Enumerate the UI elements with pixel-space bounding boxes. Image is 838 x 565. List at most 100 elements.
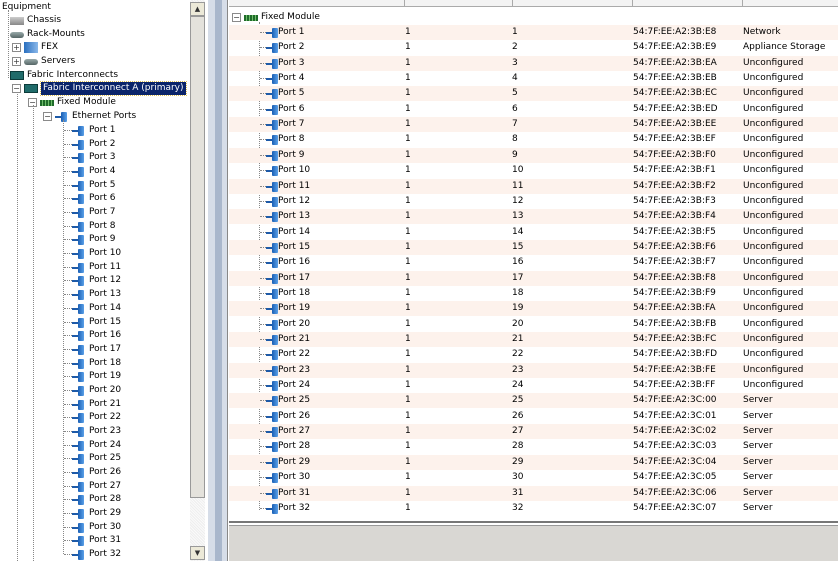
- table-row[interactable]: Port 10 1 10 54:7F:EE:A2:3B:F1 Unconfigured: [229, 163, 838, 178]
- tree-item-port[interactable]: Port 16: [64, 329, 121, 342]
- if-role: Network: [743, 27, 781, 37]
- table-row[interactable]: Port 28 1 28 54:7F:EE:A2:3C:03 Server: [229, 439, 838, 454]
- tree-item-fixed-module[interactable]: − Fixed Module: [28, 96, 116, 109]
- tree-item-port[interactable]: Port 6: [64, 192, 115, 205]
- table-row[interactable]: Port 19 1 19 54:7F:EE:A2:3B:FA Unconfigured: [229, 301, 838, 317]
- tree-item-chassis[interactable]: Chassis: [10, 14, 61, 27]
- table-row[interactable]: Port 17 1 17 54:7F:EE:A2:3B:F8 Unconfigured: [229, 270, 838, 286]
- tree-item-servers[interactable]: + Servers: [12, 55, 75, 68]
- table-row[interactable]: Port 8 1 8 54:7F:EE:A2:3B:EF Unconfigured: [229, 132, 838, 147]
- tree-item-port[interactable]: Port 19: [64, 370, 121, 383]
- tree-item-port[interactable]: Port 28: [64, 493, 121, 506]
- tree-item-port[interactable]: Port 7: [64, 206, 115, 219]
- table-row[interactable]: Port 16 1 16 54:7F:EE:A2:3B:F7 Unconfigured: [229, 255, 838, 270]
- table-row[interactable]: Port 3 1 3 54:7F:EE:A2:3B:EA Unconfigured: [229, 55, 838, 71]
- column-divider[interactable]: [404, 0, 405, 7]
- tree-item-port[interactable]: Port 15: [64, 316, 121, 329]
- column-divider[interactable]: [512, 0, 513, 7]
- splitter[interactable]: [205, 0, 229, 565]
- table-row[interactable]: Port 30 1 30 54:7F:EE:A2:3C:05 Server: [229, 470, 838, 485]
- tree-item-port[interactable]: Port 13: [64, 288, 121, 301]
- tree-label: Port 16: [89, 330, 122, 341]
- tree-item-port[interactable]: Port 25: [64, 452, 121, 465]
- column-divider[interactable]: [742, 0, 743, 7]
- table-row[interactable]: Port 18 1 18 54:7F:EE:A2:3B:F9 Unconfigured: [229, 286, 838, 301]
- scroll-up-button[interactable]: ▲: [190, 2, 205, 16]
- tree-item-port[interactable]: Port 26: [64, 466, 121, 479]
- table-row[interactable]: Port 29 1 29 54:7F:EE:A2:3C:04 Server: [229, 454, 838, 470]
- tree-item-fex[interactable]: + FEX: [12, 41, 58, 54]
- table-row[interactable]: Port 12 1 12 54:7F:EE:A2:3B:F3 Unconfigured: [229, 194, 838, 209]
- tree-item-port[interactable]: Port 20: [64, 384, 121, 397]
- tree-item-port[interactable]: Port 24: [64, 439, 121, 452]
- tree-item-port[interactable]: Port 8: [64, 220, 115, 233]
- table-row[interactable]: Port 1 1 1 54:7F:EE:A2:3B:E8 Network: [229, 25, 838, 40]
- tree-item-port[interactable]: Port 14: [64, 302, 121, 315]
- port-icon: [72, 317, 86, 328]
- group-fixed-module[interactable]: − Fixed Module: [232, 11, 320, 24]
- fabric-interconnect-icon: [10, 71, 24, 80]
- column-divider[interactable]: [632, 0, 633, 7]
- table-row[interactable]: Port 21 1 21 54:7F:EE:A2:3B:FC Unconfigured: [229, 332, 838, 347]
- tree-item-port[interactable]: Port 18: [64, 357, 121, 370]
- scroll-thumb[interactable]: [190, 16, 205, 498]
- table-row[interactable]: Port 9 1 9 54:7F:EE:A2:3B:F0 Unconfigured: [229, 147, 838, 163]
- tree-item-port[interactable]: Port 31: [64, 534, 121, 547]
- table-row[interactable]: Port 15 1 15 54:7F:EE:A2:3B:F6 Unconfigured: [229, 239, 838, 255]
- port-id: 16: [512, 257, 524, 268]
- mac-address: 54:7F:EE:A2:3B:F2: [633, 180, 716, 191]
- mac-address: 54:7F:EE:A2:3B:FA: [633, 303, 716, 314]
- table-row[interactable]: Port 31 1 31 54:7F:EE:A2:3C:06 Server: [229, 485, 838, 501]
- tree-item-port[interactable]: Port 5: [64, 179, 115, 192]
- tree-item-port[interactable]: Port 9: [64, 233, 115, 246]
- slot-id: 1: [405, 103, 411, 114]
- expand-icon[interactable]: +: [12, 43, 21, 52]
- tree-item-port[interactable]: Port 11: [64, 261, 121, 274]
- table-row[interactable]: Port 20 1 20 54:7F:EE:A2:3B:FB Unconfigured: [229, 317, 838, 332]
- tree-item-port[interactable]: Port 12: [64, 274, 121, 287]
- table-row[interactable]: Port 26 1 26 54:7F:EE:A2:3C:01 Server: [229, 409, 838, 424]
- tree-item-equipment[interactable]: Equipment: [2, 1, 51, 14]
- tree-item-port[interactable]: Port 2: [64, 138, 115, 151]
- table-row[interactable]: Port 27 1 27 54:7F:EE:A2:3C:02 Server: [229, 424, 838, 440]
- tree-item-port[interactable]: Port 29: [64, 507, 121, 520]
- tree-item-fabric-interconnects[interactable]: Fabric Interconnects: [10, 69, 118, 82]
- table-row[interactable]: Port 32 1 32 54:7F:EE:A2:3C:07 Server: [229, 501, 838, 516]
- table-row[interactable]: Port 7 1 7 54:7F:EE:A2:3B:EE Unconfigured: [229, 117, 838, 133]
- table-row[interactable]: Port 4 1 4 54:7F:EE:A2:3B:EB Unconfigured: [229, 71, 838, 86]
- tree-label: Port 27: [89, 480, 122, 491]
- tree-item-port[interactable]: Port 21: [64, 398, 121, 411]
- table-row[interactable]: Port 11 1 11 54:7F:EE:A2:3B:F2 Unconfigured: [229, 178, 838, 194]
- tree-item-ethernet-ports[interactable]: − Ethernet Ports: [43, 110, 136, 123]
- slot-id: 1: [405, 349, 411, 360]
- tree-item-port[interactable]: Port 23: [64, 425, 121, 438]
- table-row[interactable]: Port 6 1 6 54:7F:EE:A2:3B:ED Unconfigured: [229, 102, 838, 117]
- table-row[interactable]: Port 5 1 5 54:7F:EE:A2:3B:EC Unconfigured: [229, 86, 838, 102]
- tree-item-port[interactable]: Port 30: [64, 521, 121, 534]
- tree-item-port[interactable]: Port 4: [64, 165, 115, 178]
- tree-item-port[interactable]: Port 22: [64, 411, 121, 424]
- table-row[interactable]: Port 2 1 2 54:7F:EE:A2:3B:E9 Appliance Stora…: [229, 40, 838, 55]
- scroll-down-button[interactable]: ▼: [190, 546, 205, 560]
- mac-address: 54:7F:EE:A2:3C:04: [633, 456, 717, 467]
- tree-item-rack-mounts[interactable]: Rack-Mounts: [10, 28, 85, 41]
- table-row[interactable]: Port 13 1 13 54:7F:EE:A2:3B:F4 Unconfigured: [229, 209, 838, 225]
- tree-item-port[interactable]: Port 3: [64, 151, 115, 164]
- table-row[interactable]: Port 22 1 22 54:7F:EE:A2:3B:FD Unconfigured: [229, 347, 838, 362]
- collapse-icon[interactable]: −: [43, 112, 52, 121]
- table-row[interactable]: Port 14 1 14 54:7F:EE:A2:3B:F5 Unconfigured: [229, 225, 838, 240]
- port-name: Port 27: [278, 426, 311, 437]
- port-icon: [72, 262, 86, 273]
- table-row[interactable]: Port 24 1 24 54:7F:EE:A2:3B:FF Unconfigured: [229, 378, 838, 393]
- tree-item-port[interactable]: Port 1: [64, 124, 115, 137]
- tree-item-fabric-interconnect-a[interactable]: − Fabric Interconnect A (primary): [12, 81, 187, 96]
- table-row[interactable]: Port 23 1 23 54:7F:EE:A2:3B:FE Unconfigured: [229, 362, 838, 378]
- table-row[interactable]: Port 25 1 25 54:7F:EE:A2:3C:00 Server: [229, 393, 838, 409]
- tree-item-port[interactable]: Port 32: [64, 548, 121, 561]
- tree-item-port[interactable]: Port 27: [64, 480, 121, 493]
- tree-item-port[interactable]: Port 17: [64, 343, 121, 356]
- expand-icon[interactable]: +: [12, 57, 21, 66]
- tree-scrollbar[interactable]: ▲ ▼: [190, 0, 205, 565]
- collapse-icon[interactable]: −: [232, 13, 241, 22]
- tree-item-port[interactable]: Port 10: [64, 247, 121, 260]
